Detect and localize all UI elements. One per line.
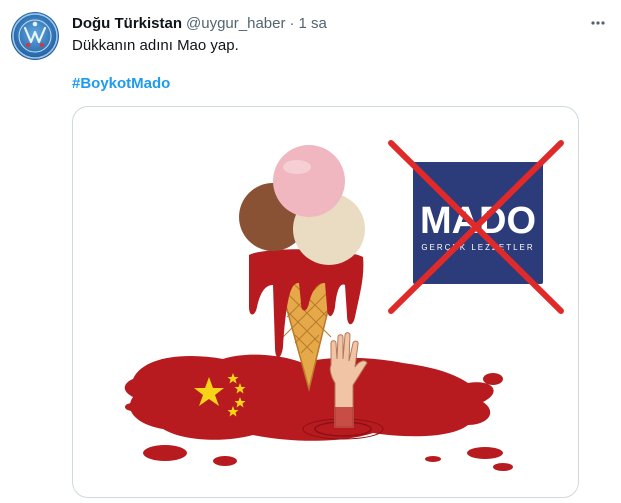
tweet-image[interactable]: MADO GERÇEK LEZZETLER — [72, 106, 579, 498]
more-button[interactable] — [587, 12, 609, 34]
boycott-illustration: MADO GERÇEK LEZZETLER — [124, 140, 564, 471]
more-horizontal-icon — [591, 21, 605, 25]
avatar[interactable] — [11, 12, 59, 60]
user-handle[interactable]: @uygur_haber — [186, 15, 285, 32]
avatar-image — [12, 13, 58, 59]
logo-tagline: GERÇEK LEZZETLER — [421, 243, 534, 252]
tweet-time[interactable]: 1 sa — [298, 15, 326, 32]
blood-puddle — [124, 354, 513, 471]
display-name[interactable]: Doğu Türkistan — [72, 15, 182, 32]
tweet-header: Doğu Türkistan @uygur_haber · 1 sa — [72, 12, 609, 34]
separator-dot: · — [289, 14, 295, 32]
hashtag-link[interactable]: #BoykotMado — [72, 74, 170, 94]
strawberry-scoop — [273, 145, 345, 217]
tweet-text: Dükkanın adını Mao yap. — [72, 37, 239, 54]
